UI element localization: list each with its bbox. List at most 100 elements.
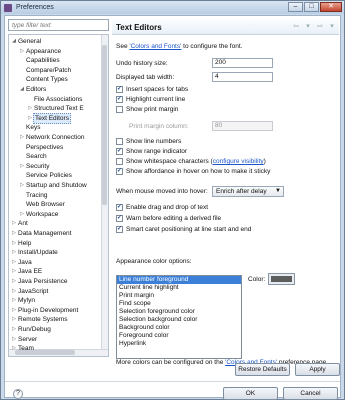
tree-item[interactable]: ▷ Run/Debug <box>11 325 52 334</box>
tree-item-label: Startup and Shutdow <box>26 182 87 189</box>
checkbox-option[interactable]: ✓ Enable drag and drop of text <box>116 203 208 212</box>
tree-item[interactable]: ▷ Ant <box>11 219 29 228</box>
checkbox-option[interactable]: ✓ Highlight current line <box>116 95 185 104</box>
minimize-button[interactable]: – <box>288 2 303 12</box>
color-option-item[interactable]: Print margin <box>117 292 241 300</box>
tree-item[interactable]: ▷ Help <box>11 239 32 248</box>
color-option-item[interactable]: Hyperlink <box>117 340 241 348</box>
color-option-item[interactable]: Current line highlight <box>117 284 241 292</box>
checkbox-unchecked-icon[interactable] <box>116 158 123 165</box>
configure-visibility-link[interactable]: configure visibility <box>213 158 264 165</box>
tree-item[interactable]: ▷ Plug-in Development <box>11 306 79 315</box>
tree-item[interactable]: ▷ Server <box>11 335 38 344</box>
checkbox-option[interactable]: Show line numbers <box>116 137 181 146</box>
tree-item[interactable]: ▷ Team <box>11 344 35 353</box>
tree-item-label: Appearance <box>26 47 62 55</box>
tree-item[interactable]: ▷ Data Management <box>11 229 72 238</box>
checkbox-unchecked-icon[interactable] <box>116 106 123 113</box>
color-option-item[interactable]: Line number foreground <box>117 276 241 284</box>
tree-item[interactable]: Tracing <box>19 191 48 200</box>
color-option-item[interactable]: Selection foreground color <box>117 308 241 316</box>
mouse-hover-select[interactable]: Enrich after delay ▼ <box>212 186 284 197</box>
checkbox-checked-icon[interactable]: ✓ <box>116 168 123 175</box>
cancel-button[interactable]: Cancel <box>283 387 338 400</box>
tree-item[interactable]: ▷ Network Connection <box>19 133 86 142</box>
tree-item[interactable]: ▷ Java Persistence <box>11 277 69 286</box>
vertical-scroll-thumb[interactable] <box>102 45 107 205</box>
checkbox-option[interactable]: ✓ Show affordance in hover on how to make… <box>116 167 270 176</box>
checkbox-option[interactable]: Show whitespace characters (configure vi… <box>116 157 266 166</box>
color-option-item[interactable]: Find scope <box>117 300 241 308</box>
forward-icon[interactable]: ⇨ <box>315 22 325 30</box>
tab-width-field[interactable]: 4 <box>212 72 273 82</box>
tree-item[interactable]: ▷ Java EE <box>11 267 43 276</box>
tree-item[interactable]: ▷ Java <box>11 258 33 267</box>
tree-item[interactable]: ▷ Text Editors <box>27 112 71 124</box>
color-option-item[interactable]: Foreground color <box>117 332 241 340</box>
tree-vertical-scrollbar[interactable] <box>101 35 108 356</box>
tree-item[interactable]: ▷ Startup and Shutdow <box>19 181 88 190</box>
ok-button[interactable]: OK <box>223 387 278 400</box>
tree-item[interactable]: Capabilities <box>19 56 61 65</box>
checkbox-option[interactable]: Show print margin <box>116 105 178 114</box>
tree-item[interactable]: ▷ Appearance <box>19 47 62 56</box>
color-label: Color: <box>248 276 266 283</box>
tree-item[interactable]: ▷ Remote Systems <box>11 315 69 324</box>
filter-input[interactable] <box>8 19 109 31</box>
checkbox-option[interactable]: ✓ Show range indicator <box>116 147 187 156</box>
close-button[interactable]: ✕ <box>320 2 342 12</box>
tree-item-label: Service Policies <box>26 172 72 180</box>
checkbox-option[interactable]: ✓ Insert spaces for tabs <box>116 85 188 94</box>
colors-and-fonts-link[interactable]: 'Colors and Fonts' <box>129 43 181 50</box>
tree-item[interactable]: Search <box>19 152 48 161</box>
checkbox-checked-icon[interactable]: ✓ <box>116 215 123 222</box>
color-option-item[interactable]: Background color <box>117 324 241 332</box>
checkbox-checked-icon[interactable]: ✓ <box>116 86 123 93</box>
help-icon[interactable]: ? <box>13 389 23 399</box>
checkbox-checked-icon[interactable]: ✓ <box>116 226 123 233</box>
checkbox-checked-icon[interactable]: ✓ <box>116 96 123 103</box>
tree-item-label: Team <box>18 345 34 353</box>
window-controls: – □ ✕ <box>288 2 342 12</box>
apply-button[interactable]: Apply <box>295 363 340 376</box>
undo-history-field[interactable]: 200 <box>212 58 273 68</box>
appearance-options-label: Appearance color options: <box>116 258 192 265</box>
tree-item[interactable]: Keys <box>19 123 41 132</box>
maximize-button[interactable]: □ <box>304 2 319 12</box>
checkbox-unchecked-icon[interactable] <box>116 138 123 145</box>
page-header: Text Editors ⇦ ▾ ⇨ ▾ <box>112 19 339 35</box>
tree-item[interactable]: Service Policies <box>19 171 73 180</box>
restore-defaults-button[interactable]: Restore Defaults <box>235 363 290 376</box>
checkbox-option[interactable]: ✓ Warn before editing a derived file <box>116 214 221 223</box>
checkbox-label: Insert spaces for tabs <box>126 86 189 93</box>
tree-item[interactable]: ▷ Install/Update <box>11 248 59 257</box>
tree-item[interactable]: Perspectives <box>19 143 64 152</box>
checkbox-checked-icon[interactable]: ✓ <box>116 204 123 211</box>
back-icon[interactable]: ⇦ <box>291 22 301 30</box>
back-menu-icon[interactable]: ▾ <box>303 22 313 30</box>
undo-history-label: Undo history size: <box>116 60 168 67</box>
color-swatch <box>271 276 292 282</box>
tree-item[interactable]: Compare/Patch <box>19 66 72 75</box>
tree-item[interactable]: ◢ Editors <box>19 85 47 94</box>
mouse-hover-value: Enrich after delay <box>216 188 267 195</box>
checkbox-label: Show print margin <box>126 106 179 113</box>
intro-prefix: See <box>116 43 130 50</box>
tree-item[interactable]: ◢ General <box>11 37 42 46</box>
checkbox-option[interactable]: ✓ Smart caret positioning at line start a… <box>116 225 251 234</box>
tree-item[interactable]: ▷ Security <box>19 162 50 171</box>
tree-item[interactable]: ▷ Workspace <box>19 210 59 219</box>
tree-item[interactable]: File Associations <box>27 95 83 104</box>
print-margin-label: Print margin column: <box>129 123 189 130</box>
tree-item-label: Tracing <box>26 191 48 199</box>
tree-item[interactable]: Content Types <box>19 75 69 84</box>
color-picker-button[interactable] <box>268 273 295 285</box>
appearance-color-list[interactable]: Line number foreground Current line highl… <box>116 275 242 359</box>
checkbox-checked-icon[interactable]: ✓ <box>116 148 123 155</box>
tree-item[interactable]: Web Browser <box>19 200 66 209</box>
tree-item[interactable]: ▷ Mylyn <box>11 296 36 305</box>
color-option-item[interactable]: Selection background color <box>117 316 241 324</box>
forward-menu-icon[interactable]: ▾ <box>327 22 337 30</box>
tree-item[interactable]: ▷ JavaScript <box>11 287 49 296</box>
tree-item-label: Server <box>18 335 38 343</box>
